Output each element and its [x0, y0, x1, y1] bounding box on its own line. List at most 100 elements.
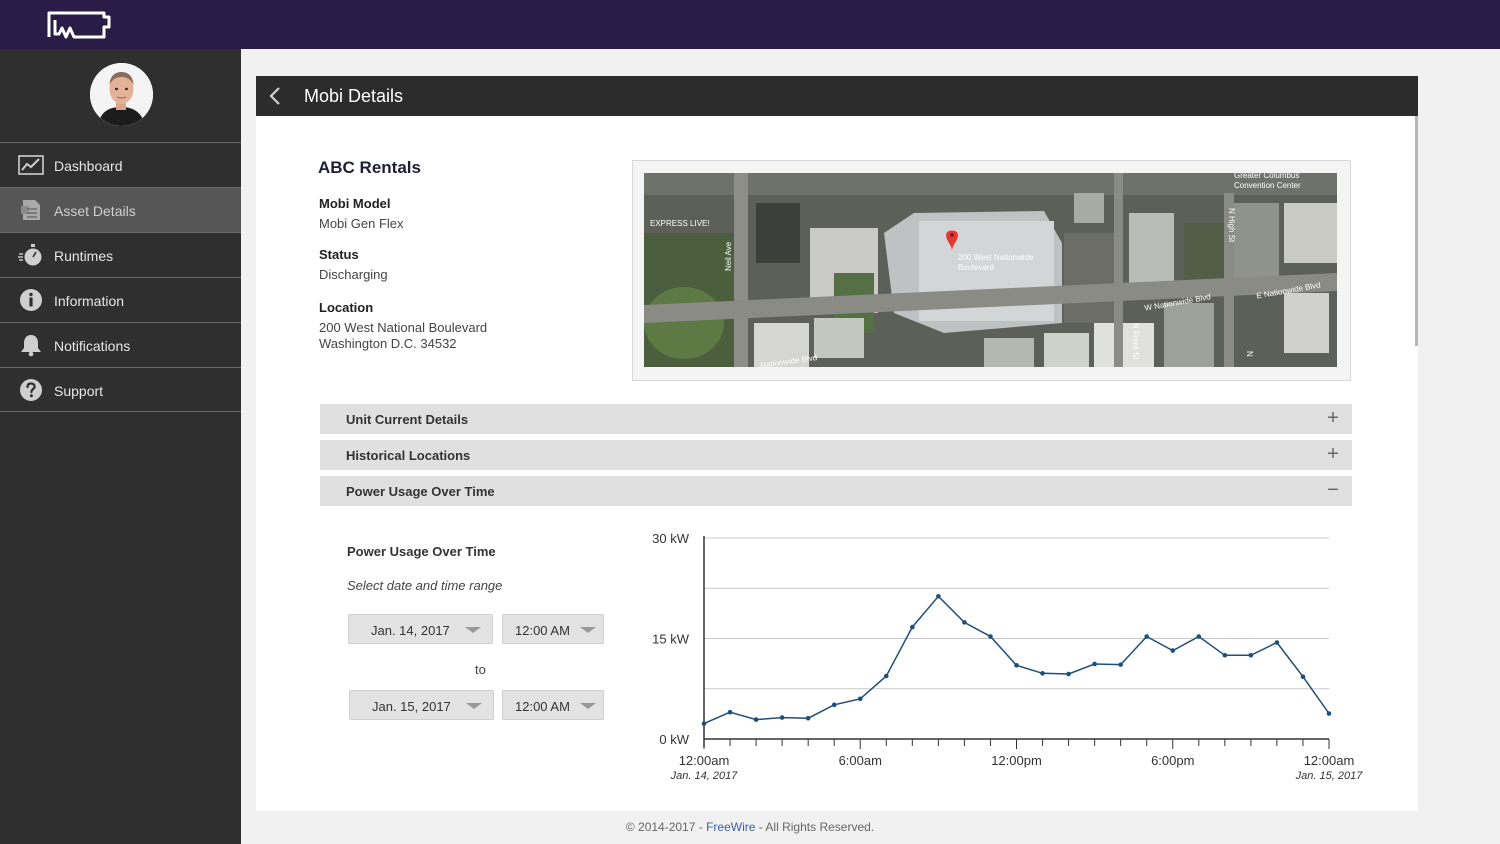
map-frame: 200 West Nationwide Boulevard EXPRESS LI…: [632, 160, 1351, 381]
stopwatch-icon: [18, 244, 42, 266]
sidebar-item-support[interactable]: Support: [0, 367, 241, 412]
map-label-n-short: N: [1245, 351, 1254, 357]
data-point: [988, 634, 993, 639]
data-point: [910, 624, 915, 630]
location-line-1: 200 West National Boulevard: [319, 320, 488, 335]
sidebar-item-label: Asset Details: [54, 203, 136, 219]
data-point: [936, 593, 941, 599]
footer: © 2014-2017 - FreeWire - All Rights Rese…: [625, 820, 875, 834]
chevron-down-icon: [466, 703, 482, 709]
map-label-pin: 200 West Nationwide Boulevard: [958, 253, 1034, 272]
chevron-down-icon: [465, 627, 481, 633]
accordion-historical-locations[interactable]: Historical Locations +: [320, 440, 1352, 470]
model-value: Mobi Gen Flex: [319, 216, 404, 231]
to-time-select[interactable]: 12:00 AM: [502, 690, 604, 720]
data-point: [1092, 661, 1097, 667]
data-point: [1014, 663, 1019, 668]
data-point: [779, 715, 785, 720]
back-chevron-icon[interactable]: [266, 84, 286, 108]
power-usage-chart: 0 kW 15 kW 30 kW 12:00am Jan. 14, 2017 6:00am…: [652, 531, 1364, 782]
y-tick-label: 15 kW: [652, 632, 690, 647]
from-time-select[interactable]: 12:00 AM: [502, 614, 604, 644]
data-point: [1300, 674, 1306, 679]
data-point: [1170, 648, 1176, 653]
x-tick-sublabel: Jan. 15, 2017: [1295, 770, 1364, 782]
data-point: [1222, 652, 1228, 658]
expand-plus-icon[interactable]: +: [1325, 443, 1341, 466]
sidebar-item-label: Support: [54, 383, 104, 399]
data-point: [1066, 671, 1071, 677]
to-date-select[interactable]: Jan. 15, 2017: [349, 690, 494, 720]
data-point: [805, 715, 811, 721]
sidebar-item-label: Information: [54, 293, 125, 309]
map-label-express: EXPRESS LIVE!: [650, 219, 710, 228]
from-date-select[interactable]: Jan. 14, 2017: [348, 614, 493, 644]
sidebar-item-label: Notifications: [54, 338, 131, 354]
collapse-minus-icon[interactable]: −: [1325, 479, 1341, 502]
accordion-unit-current-details[interactable]: Unit Current Details +: [320, 404, 1352, 434]
panel-header: Mobi Details: [256, 76, 1418, 116]
data-point: [857, 696, 863, 702]
to-label: to: [475, 662, 486, 677]
sidebar-item-label: Dashboard: [54, 158, 123, 174]
sidebar-item-notifications[interactable]: Notifications: [0, 322, 241, 367]
expand-plus-icon[interactable]: +: [1325, 407, 1341, 430]
data-point: [1118, 662, 1123, 667]
data-point: [1326, 711, 1332, 716]
sidebar-item-runtimes[interactable]: Runtimes: [0, 232, 241, 277]
data-point: [962, 620, 967, 625]
data-point: [1040, 671, 1045, 676]
sidebar-item-information[interactable]: Information: [0, 277, 241, 322]
map-label-n-high: N High St: [1227, 208, 1236, 243]
bell-icon: [21, 335, 41, 357]
data-point: [831, 702, 837, 708]
data-point: [701, 721, 707, 726]
x-tick-label: 12:00pm: [991, 753, 1042, 768]
series-line: [703, 595, 1330, 725]
document-list-icon: [21, 200, 40, 220]
data-point: [1144, 634, 1150, 639]
data-point: [1248, 652, 1254, 658]
x-tick-sublabel: Jan. 14, 2017: [670, 770, 739, 782]
sidebar-item-dashboard[interactable]: Dashboard: [0, 142, 241, 187]
sidebar-item-label: Runtimes: [54, 248, 114, 264]
mobi-details-panel: Mobi Details ABC Rentals Mobi Model Mobi…: [256, 76, 1418, 811]
power-usage-subtitle: Select date and time range: [347, 578, 503, 593]
info-icon: [20, 289, 42, 311]
chart-line-icon: [18, 155, 44, 175]
model-label: Mobi Model: [319, 196, 391, 211]
data-point: [727, 709, 733, 715]
sidebar-nav: Dashboard Asset Details Runtimes Informa…: [0, 142, 241, 412]
freewire-logo-icon[interactable]: [46, 10, 112, 40]
location-line-2: Washington D.C. 34532: [319, 336, 457, 351]
sidebar: Dashboard Asset Details Runtimes Informa…: [0, 49, 241, 844]
data-point: [753, 717, 759, 722]
satellite-map[interactable]: 200 West Nationwide Boulevard EXPRESS LI…: [644, 173, 1337, 367]
status-value: Discharging: [319, 267, 388, 282]
data-point: [1196, 634, 1202, 639]
accordion-power-usage[interactable]: Power Usage Over Time −: [320, 476, 1352, 506]
data-point: [1274, 640, 1280, 645]
map-label-convention: Greater Columbus Convention Center: [1234, 173, 1301, 190]
scrollbar[interactable]: [1415, 116, 1418, 346]
x-tick-label: 12:00am: [1304, 753, 1355, 768]
power-usage-title: Power Usage Over Time: [347, 544, 496, 559]
status-label: Status: [319, 247, 359, 262]
y-tick-label: 30 kW: [652, 531, 690, 546]
chevron-down-icon: [580, 627, 596, 633]
user-avatar[interactable]: [90, 63, 153, 126]
company-name: ABC Rentals: [318, 158, 421, 177]
top-bar: [0, 0, 1500, 49]
map-label-neil: Neil Ave: [724, 241, 733, 271]
x-tick-label: 6:00am: [839, 753, 882, 768]
x-tick-label: 6:00pm: [1151, 753, 1194, 768]
question-icon: [20, 379, 42, 401]
location-label: Location: [319, 300, 374, 315]
data-point: [883, 673, 889, 679]
page-title: Mobi Details: [304, 86, 404, 106]
x-tick-label: 12:00am: [679, 753, 730, 768]
map-label-n-front: N Front St: [1131, 323, 1140, 360]
sidebar-item-asset-details[interactable]: Asset Details: [0, 187, 241, 232]
y-tick-label: 0 kW: [659, 732, 689, 747]
freewire-link[interactable]: FreeWire: [706, 820, 755, 834]
